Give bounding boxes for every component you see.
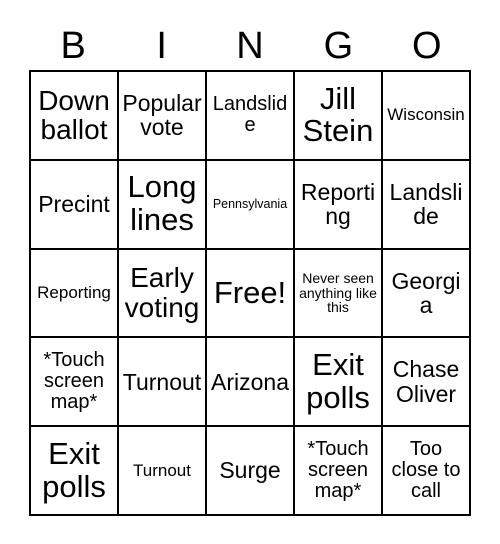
bingo-header-letter-o: O — [412, 25, 442, 67]
bingo-cell-r5c2[interactable]: Turnout — [119, 427, 207, 516]
bingo-cell-r3c5[interactable]: Georgia — [383, 249, 471, 339]
bingo-cell-label: Long lines — [127, 169, 197, 238]
bingo-cell-label: Early voting — [124, 262, 200, 323]
bingo-cell-label: Turnout — [122, 368, 202, 395]
bingo-cell-label: Surge — [219, 457, 281, 484]
bingo-cell-r4c5[interactable]: Chase Oliver — [383, 338, 471, 428]
bingo-cell-label: Jill Stein — [302, 80, 374, 149]
bingo-cell-free-space[interactable]: Free! — [207, 249, 295, 339]
bingo-cell-label: Precint — [38, 191, 110, 217]
bingo-cell-label: Down ballot — [38, 84, 110, 146]
bingo-cell-label: Landslide — [212, 93, 288, 137]
bingo-cell-r5c5[interactable]: Too close to call — [383, 427, 471, 516]
bingo-cell-label: Chase Oliver — [392, 356, 460, 407]
bingo-header-letter-g: G — [323, 25, 354, 67]
bingo-cell-label: Turnout — [133, 460, 191, 480]
bingo-cell-r1c5[interactable]: Wisconsin — [383, 72, 471, 161]
bingo-cell-r2c4[interactable]: Reporting — [295, 160, 383, 250]
bingo-cell-label: Arizona — [211, 368, 289, 395]
bingo-cell-r1c2[interactable]: Popular vote — [119, 72, 207, 161]
bingo-cell-r4c1[interactable]: *Touch screen map* — [31, 338, 119, 428]
bingo-cell-label: Reporting — [300, 178, 376, 230]
bingo-cell-label: Too close to call — [391, 437, 461, 503]
bingo-header-letter-i: I — [156, 25, 167, 67]
bingo-cell-label: Never seen anything like this — [299, 269, 377, 316]
bingo-header-letter-b: B — [60, 25, 86, 67]
bingo-cell-label: Landslide — [389, 178, 463, 230]
bingo-cell-r1c4[interactable]: Jill Stein — [295, 72, 383, 161]
bingo-cell-label: Wisconsin — [387, 105, 465, 125]
bingo-cell-label: *Touch screen map* — [307, 437, 369, 503]
bingo-cell-r5c1[interactable]: Exit polls — [31, 427, 119, 516]
bingo-cell-label: Georgia — [391, 267, 461, 318]
bingo-cell-label: Reporting — [37, 282, 111, 302]
bingo-card: B I N G O Down ballot Popular vote Lands… — [0, 0, 500, 544]
bingo-cell-label: *Touch screen map* — [43, 349, 105, 414]
bingo-cell-r4c4[interactable]: Exit polls — [295, 338, 383, 428]
bingo-cell-r3c4[interactable]: Never seen anything like this — [295, 249, 383, 339]
bingo-grid: Down ballot Popular vote Landslide Jill … — [29, 70, 471, 516]
bingo-free-space-label: Free! — [213, 274, 287, 310]
bingo-cell-label: Pennsylvania — [212, 196, 288, 211]
bingo-cell-r3c2[interactable]: Early voting — [119, 249, 207, 339]
bingo-cell-r5c3[interactable]: Surge — [207, 427, 295, 516]
bingo-cell-r3c1[interactable]: Reporting — [31, 249, 119, 339]
bingo-cell-r1c1[interactable]: Down ballot — [31, 72, 119, 161]
bingo-cell-r2c3[interactable]: Pennsylvania — [207, 160, 295, 250]
bingo-cell-r4c3[interactable]: Arizona — [207, 338, 295, 428]
bingo-cell-r2c5[interactable]: Landslide — [383, 160, 471, 250]
bingo-cell-r2c2[interactable]: Long lines — [119, 160, 207, 250]
bingo-header-row: B I N G O — [29, 22, 471, 70]
bingo-header-letter-n: N — [236, 25, 264, 67]
bingo-cell-label: Exit polls — [306, 346, 370, 415]
bingo-cell-r4c2[interactable]: Turnout — [119, 338, 207, 428]
bingo-cell-r5c4[interactable]: *Touch screen map* — [295, 427, 383, 516]
bingo-cell-r2c1[interactable]: Precint — [31, 160, 119, 250]
bingo-cell-label: Popular vote — [122, 90, 202, 141]
bingo-cell-r1c3[interactable]: Landslide — [207, 72, 295, 161]
bingo-cell-label: Exit polls — [42, 435, 106, 504]
